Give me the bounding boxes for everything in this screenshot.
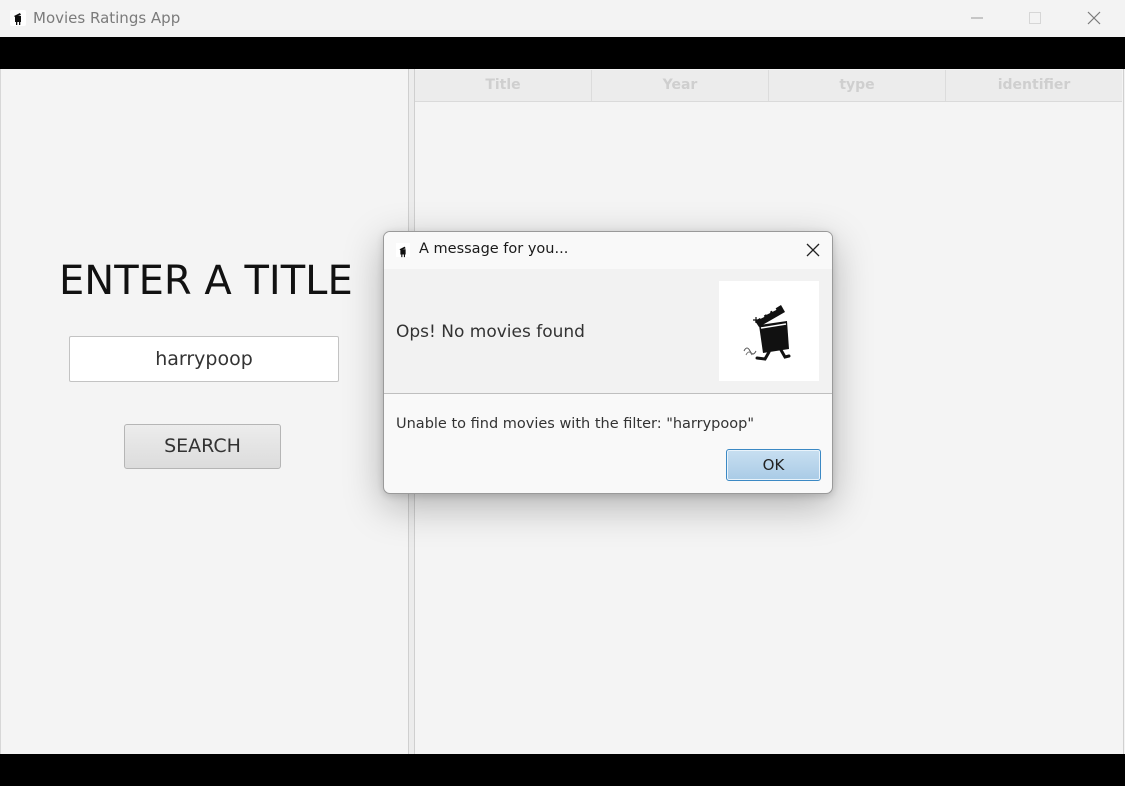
minimize-button[interactable] bbox=[948, 0, 1006, 37]
clapperboard-icon bbox=[10, 10, 26, 26]
column-header-identifier[interactable]: identifier bbox=[946, 70, 1122, 101]
column-header-year[interactable]: Year bbox=[592, 70, 769, 101]
close-window-button[interactable] bbox=[1065, 0, 1123, 37]
minimize-icon bbox=[971, 17, 983, 19]
top-black-bar bbox=[0, 37, 1125, 69]
column-header-title[interactable]: Title bbox=[415, 70, 592, 101]
window-title: Movies Ratings App bbox=[33, 9, 181, 27]
maximize-button[interactable] bbox=[1006, 0, 1064, 37]
column-header-type[interactable]: type bbox=[769, 70, 946, 101]
dialog-header-text: Ops! No movies found bbox=[396, 322, 585, 342]
running-clapperboard-icon bbox=[719, 281, 819, 381]
message-dialog: A message for you... Ops! No movies foun… bbox=[383, 231, 833, 494]
close-icon bbox=[1087, 11, 1101, 25]
table-header: Title Year type identifier bbox=[415, 70, 1122, 102]
dialog-titlebar[interactable]: A message for you... bbox=[384, 232, 832, 269]
app-window: Movies Ratings App ENTER A TITLE SEARCH … bbox=[0, 0, 1125, 786]
dialog-title: A message for you... bbox=[419, 241, 569, 257]
ok-button[interactable]: OK bbox=[726, 449, 821, 481]
dialog-close-button[interactable] bbox=[800, 238, 826, 262]
close-icon bbox=[806, 243, 820, 257]
window-titlebar[interactable]: Movies Ratings App bbox=[0, 0, 1125, 37]
dialog-content-text: Unable to find movies with the filter: "… bbox=[396, 416, 755, 432]
search-input[interactable] bbox=[69, 336, 339, 382]
page-title: ENTER A TITLE bbox=[59, 258, 353, 304]
search-button[interactable]: SEARCH bbox=[124, 424, 281, 469]
maximize-icon bbox=[1029, 12, 1041, 24]
dialog-header-panel: Ops! No movies found bbox=[384, 269, 832, 394]
bottom-black-bar bbox=[0, 754, 1125, 786]
search-pane bbox=[0, 69, 408, 754]
clapperboard-icon bbox=[396, 243, 410, 258]
